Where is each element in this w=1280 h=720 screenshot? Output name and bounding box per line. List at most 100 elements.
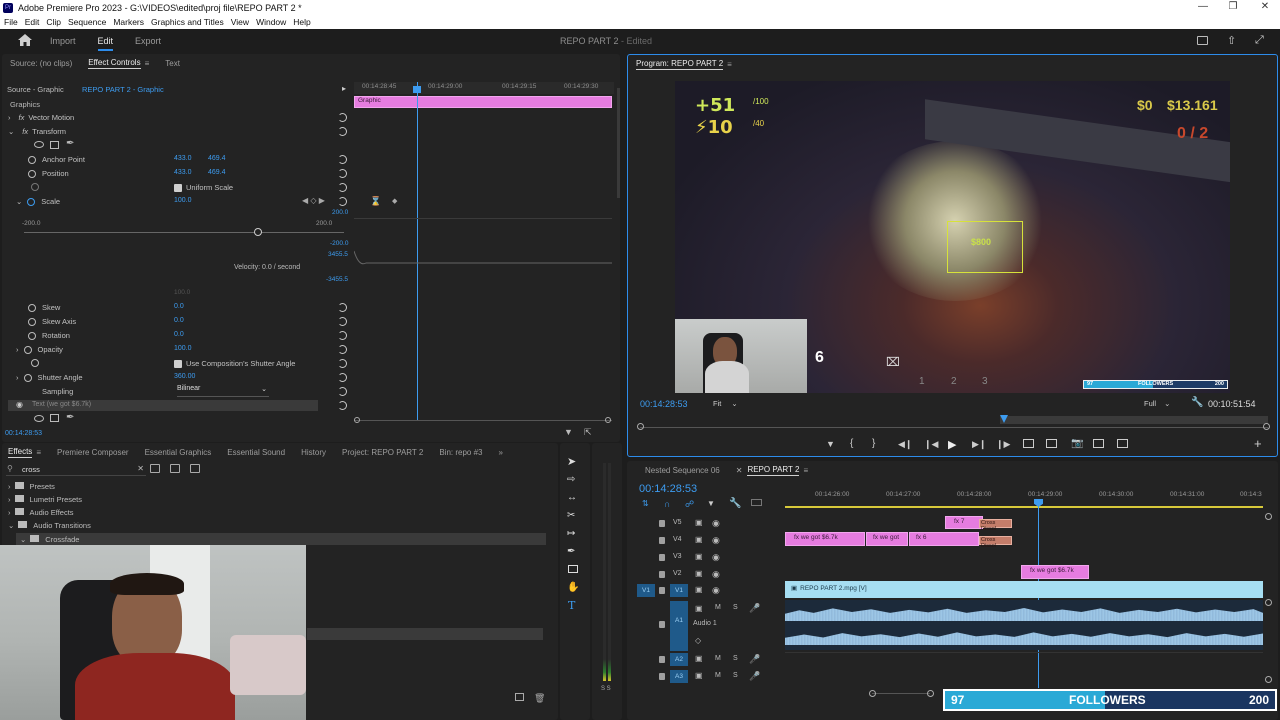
lock-icon[interactable] bbox=[659, 621, 665, 628]
opacity-value[interactable]: 100.0 bbox=[174, 345, 192, 352]
lock-icon[interactable] bbox=[659, 673, 665, 680]
timeline-zoom-handle-right[interactable] bbox=[927, 690, 934, 697]
clip-v5-a[interactable]: fx 7 bbox=[945, 516, 983, 529]
program-title[interactable]: Program: REPO PART 2 bbox=[636, 59, 724, 70]
reset-icon[interactable] bbox=[338, 169, 347, 178]
rotation-value[interactable]: 0.0 bbox=[174, 331, 184, 338]
menu-view[interactable]: View bbox=[231, 17, 249, 27]
lift-icon[interactable] bbox=[1023, 439, 1034, 448]
shutter-checkbox[interactable] bbox=[174, 359, 182, 368]
stopwatch-icon[interactable] bbox=[31, 359, 39, 367]
add-marker-icon[interactable]: ▼ bbox=[826, 439, 835, 449]
rectangle-tool-icon[interactable] bbox=[568, 565, 578, 573]
solo-buttons[interactable]: S S bbox=[601, 686, 611, 692]
pen-mask-icon[interactable]: ✒ bbox=[66, 412, 74, 423]
solo-button[interactable]: S bbox=[733, 655, 738, 662]
razor-tool-icon[interactable]: ✂ bbox=[567, 510, 575, 521]
position-x-value[interactable]: 433.0 bbox=[174, 169, 192, 176]
timeline-zoom-bar[interactable] bbox=[872, 693, 930, 694]
keyframe-diamond-icon[interactable]: ◆ bbox=[392, 197, 397, 205]
work-area-bar[interactable] bbox=[785, 506, 1263, 508]
track-scroll-handle[interactable] bbox=[1265, 599, 1272, 606]
track-select-tool-icon[interactable]: ⇨ bbox=[567, 474, 575, 485]
track-header-v5[interactable]: V5 ▣ ◉ bbox=[627, 516, 782, 532]
eye-icon[interactable]: ◉ bbox=[712, 569, 720, 580]
reset-icon[interactable] bbox=[338, 127, 347, 136]
lock-icon[interactable] bbox=[659, 537, 665, 544]
stopwatch-icon[interactable] bbox=[23, 373, 32, 382]
toggle-sync-icon[interactable]: ▣ bbox=[695, 604, 703, 613]
panel-menu-icon[interactable]: ≡ bbox=[727, 60, 732, 69]
transition-v4[interactable]: Cross Dissol bbox=[979, 536, 1012, 549]
ellipse-mask-icon[interactable] bbox=[34, 415, 44, 422]
share-icon[interactable]: ⇧ bbox=[1227, 34, 1236, 47]
go-to-out-icon[interactable]: ❙▶ bbox=[996, 439, 1010, 450]
stopwatch-icon[interactable] bbox=[31, 183, 39, 191]
pen-mask-icon[interactable]: ✒ bbox=[66, 138, 74, 149]
track-header-a3[interactable]: A3 ▣ M S 🎤 bbox=[627, 669, 782, 685]
comparison-view-icon[interactable] bbox=[1093, 439, 1104, 448]
tab-history[interactable]: History bbox=[301, 448, 326, 457]
tab-project[interactable]: Project: REPO PART 2 bbox=[342, 448, 423, 457]
mute-button[interactable]: M bbox=[715, 655, 721, 662]
lock-icon[interactable] bbox=[659, 520, 665, 527]
track-header-a2[interactable]: A2 ▣ M S 🎤 bbox=[627, 652, 782, 668]
eye-icon[interactable]: ◉ bbox=[712, 585, 720, 596]
play-only-audio-icon[interactable]: ▸ bbox=[342, 84, 346, 93]
anchor-x-value[interactable]: 433.0 bbox=[174, 155, 192, 162]
camera-icon[interactable]: 📷 bbox=[1071, 438, 1083, 449]
mute-button[interactable]: M bbox=[715, 604, 721, 611]
tree-item-audio-effects[interactable]: › Audio Effects bbox=[8, 508, 74, 517]
uniform-scale-row[interactable]: Uniform Scale bbox=[174, 181, 233, 194]
source-patch-v1[interactable]: V1 bbox=[637, 584, 655, 597]
transition-v5[interactable]: Cross Dissol bbox=[979, 519, 1012, 532]
stopwatch-icon[interactable] bbox=[28, 303, 36, 312]
menu-help[interactable]: Help bbox=[293, 17, 310, 27]
lock-icon[interactable] bbox=[659, 587, 665, 594]
sampling-dropdown[interactable]: Bilinear ⌄ bbox=[177, 385, 269, 397]
toggle-sync-icon[interactable]: ▣ bbox=[695, 552, 703, 561]
trash-icon[interactable]: 🗑 bbox=[534, 693, 545, 704]
play-button[interactable]: ▶ bbox=[948, 438, 956, 451]
fullscreen-icon[interactable]: ⤢ bbox=[1255, 34, 1264, 47]
shutter-row[interactable]: Use Composition's Shutter Angle bbox=[174, 357, 295, 370]
menu-file[interactable]: File bbox=[4, 17, 18, 27]
toggle-sync-icon[interactable]: ▣ bbox=[695, 671, 703, 680]
tree-item-crossfade[interactable]: ⌄ Crossfade bbox=[16, 533, 546, 545]
position-y-value[interactable]: 469.4 bbox=[208, 169, 226, 176]
ec-current-time[interactable]: 00:14:28:53 bbox=[5, 430, 42, 437]
home-icon[interactable] bbox=[18, 33, 36, 48]
ec-playhead-handle[interactable] bbox=[413, 86, 421, 93]
tree-item-lumetri-presets[interactable]: › Lumetri Presets bbox=[8, 495, 82, 504]
menu-clip[interactable]: Clip bbox=[46, 17, 61, 27]
ec-zoom-track[interactable] bbox=[354, 420, 612, 421]
reset-icon[interactable] bbox=[338, 155, 347, 164]
eye-icon[interactable]: ◉ bbox=[712, 518, 720, 529]
yuv-effects-icon[interactable] bbox=[190, 464, 200, 473]
reset-icon[interactable] bbox=[338, 183, 347, 192]
vector-motion-row[interactable]: › fx Vector Motion bbox=[8, 111, 74, 124]
stopwatch-icon[interactable] bbox=[28, 317, 36, 326]
close-tab-icon[interactable]: ✕ bbox=[736, 466, 743, 475]
fit-dropdown[interactable]: Fit ⌄ bbox=[713, 399, 751, 410]
timeline-ruler[interactable]: 00:14:26:00 00:14:27:00 00:14:28:00 00:1… bbox=[785, 487, 1263, 509]
clip-v4-a[interactable]: fx we got $6.7k bbox=[785, 532, 865, 546]
tab-effect-controls[interactable]: Effect Controls bbox=[88, 58, 141, 69]
eye-icon[interactable]: ◉ bbox=[712, 552, 720, 563]
track-target-a1[interactable]: A1 bbox=[670, 601, 688, 651]
ec-zoom-handle-right[interactable] bbox=[605, 417, 611, 423]
scrubber-start-handle[interactable] bbox=[637, 423, 644, 430]
restore-icon[interactable]: ❐ bbox=[1218, 0, 1248, 14]
wrench-icon[interactable]: 🔧 bbox=[1191, 397, 1203, 408]
reset-icon[interactable] bbox=[338, 373, 347, 382]
reset-icon[interactable] bbox=[338, 359, 347, 368]
keyframe-icon[interactable]: ◇ bbox=[695, 636, 701, 645]
clip-v2[interactable]: fx we got $6.7k bbox=[1021, 565, 1089, 579]
solo-button[interactable]: S bbox=[733, 604, 738, 611]
menu-graphics-titles[interactable]: Graphics and Titles bbox=[151, 17, 224, 27]
quick-export-icon[interactable] bbox=[1197, 36, 1208, 45]
clip-v1[interactable]: ▣ REPO PART 2.mpg [V] bbox=[785, 581, 1263, 598]
keyframe-nav-icon[interactable]: ◀ ◇ ▶ bbox=[302, 196, 325, 205]
panel-menu-icon[interactable]: ≡ bbox=[803, 466, 808, 475]
tab-text[interactable]: Text bbox=[165, 59, 180, 68]
